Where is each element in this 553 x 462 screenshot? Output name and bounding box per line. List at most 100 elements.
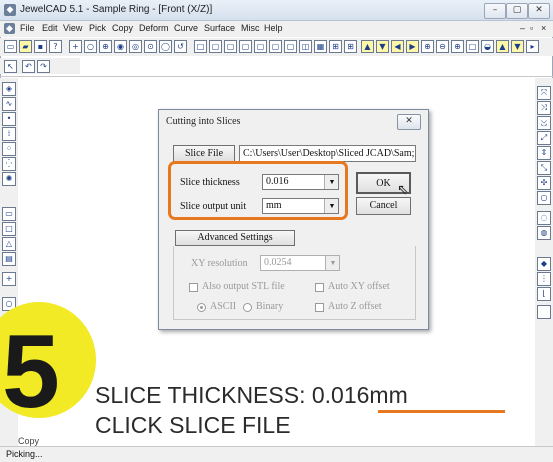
- minimize-button[interactable]: –: [484, 3, 506, 19]
- crosshair-icon[interactable]: +: [69, 40, 82, 53]
- view-back-icon[interactable]: ▢: [209, 40, 222, 53]
- arrow-down-icon[interactable]: ▼: [376, 40, 389, 53]
- box-tool-icon[interactable]: ▤: [2, 252, 16, 266]
- view-front-icon[interactable]: □: [194, 40, 207, 53]
- sphere-icon[interactable]: ◯: [159, 40, 172, 53]
- view-right-icon[interactable]: ▢: [239, 40, 252, 53]
- redo-icon[interactable]: ↷: [37, 60, 50, 73]
- binary-radio[interactable]: [243, 303, 252, 312]
- menu-view[interactable]: View: [63, 23, 82, 33]
- also-output-stl-checkbox[interactable]: [189, 283, 198, 292]
- view-four-icon[interactable]: ⊞: [344, 40, 357, 53]
- bend-icon[interactable]: ⤡: [537, 161, 551, 175]
- corner-icon[interactable]: ⌊: [537, 287, 551, 301]
- auto-xy-offset-checkbox[interactable]: [315, 283, 324, 292]
- auto-z-offset-checkbox[interactable]: [315, 303, 324, 312]
- sphere-tool-icon[interactable]: ✺: [2, 172, 16, 186]
- view-iso-icon[interactable]: ▢: [284, 40, 297, 53]
- view-grid-icon[interactable]: ▦: [314, 40, 327, 53]
- mdi-close-icon[interactable]: ×: [541, 23, 546, 33]
- menu-surface[interactable]: Surface: [204, 23, 235, 33]
- cancel-button[interactable]: Cancel: [356, 197, 411, 215]
- menu-pick[interactable]: Pick: [89, 23, 106, 33]
- view-bottom-icon[interactable]: ▢: [269, 40, 282, 53]
- view-split-icon[interactable]: ◫: [299, 40, 312, 53]
- status-text: Picking...: [6, 449, 43, 459]
- arrow-right-icon[interactable]: ▶: [406, 40, 419, 53]
- chevron-down-icon[interactable]: ▼: [325, 256, 339, 270]
- maximize-button[interactable]: ▢: [506, 3, 528, 19]
- instruction-line-1: SLICE THICKNESS: 0.016mm: [95, 382, 408, 409]
- menu-copy[interactable]: Copy: [112, 23, 133, 33]
- menu-edit[interactable]: Edit: [42, 23, 58, 33]
- new-file-icon[interactable]: ▭: [4, 40, 17, 53]
- align-icon[interactable]: ⋮: [537, 272, 551, 286]
- blank-tool-icon[interactable]: [537, 305, 551, 319]
- rotate-icon[interactable]: ↺: [174, 40, 187, 53]
- dot-circle-icon[interactable]: ◉: [114, 40, 127, 53]
- view-quad-icon[interactable]: ⊞: [329, 40, 342, 53]
- arrow-left-icon[interactable]: ◀: [391, 40, 404, 53]
- orbit-icon[interactable]: ◌: [537, 211, 551, 225]
- grid-tool-icon[interactable]: ⁘: [2, 142, 16, 156]
- advanced-settings-button[interactable]: Advanced Settings: [175, 230, 295, 246]
- twist-icon[interactable]: ✣: [537, 176, 551, 190]
- close-button[interactable]: ✕: [528, 3, 550, 19]
- dialog-close-button[interactable]: ✕: [397, 114, 421, 130]
- menu-file[interactable]: File: [20, 23, 35, 33]
- help-pointer-icon[interactable]: ?: [49, 40, 62, 53]
- menu-help[interactable]: Help: [264, 23, 283, 33]
- xy-resolution-label: XY resolution: [191, 258, 248, 269]
- save-icon[interactable]: ▪: [34, 40, 47, 53]
- point-tool-icon[interactable]: •: [2, 112, 16, 126]
- scale-icon[interactable]: ⤢: [537, 131, 551, 145]
- spin-icon[interactable]: ◍: [537, 226, 551, 240]
- zoom-fit-icon[interactable]: □: [466, 40, 479, 53]
- ascii-radio[interactable]: [197, 303, 206, 312]
- square-tool-icon[interactable]: □: [2, 222, 16, 236]
- slice-file-button[interactable]: Slice File: [173, 145, 235, 162]
- arrow-up-icon[interactable]: ▲: [361, 40, 374, 53]
- pick-tool-icon[interactable]: ◈: [2, 82, 16, 96]
- curve-tool-icon[interactable]: ∿: [2, 97, 16, 111]
- triangle-down-icon[interactable]: ▼: [511, 40, 524, 53]
- mirror-tool-icon[interactable]: ⁛: [2, 157, 16, 171]
- side-copy-label: Copy: [18, 436, 40, 446]
- resize-x-icon[interactable]: ⤧: [537, 86, 551, 100]
- rectangle-tool-icon[interactable]: ▭: [2, 207, 16, 221]
- menu-deform[interactable]: Deform: [139, 23, 169, 33]
- resize-y-icon[interactable]: ⤨: [537, 101, 551, 115]
- resize-z-icon[interactable]: ⤩: [537, 116, 551, 130]
- view-top-icon[interactable]: ▢: [254, 40, 267, 53]
- node-tool-icon[interactable]: ⁞: [2, 127, 16, 141]
- mdi-restore-icon[interactable]: ▫: [530, 23, 533, 33]
- zoom-in-icon[interactable]: ⊕: [421, 40, 434, 53]
- circle-icon[interactable]: ○: [84, 40, 97, 53]
- stretch-icon[interactable]: ⇕: [537, 146, 551, 160]
- ring-icon[interactable]: ◎: [129, 40, 142, 53]
- menu-misc[interactable]: Misc: [241, 23, 260, 33]
- menu-curve[interactable]: Curve: [174, 23, 198, 33]
- document-icon: ◆: [4, 23, 15, 34]
- highlight-box: [168, 161, 348, 220]
- undo-icon[interactable]: ↶: [22, 60, 35, 73]
- mdi-minimize-icon[interactable]: –: [520, 23, 525, 33]
- rotate-object-icon[interactable]: ○: [537, 191, 551, 205]
- slice-file-path-field[interactable]: C:\Users\User\Desktop\Sliced JCAD\Sam;: [239, 145, 416, 162]
- app-icon: ◆: [4, 4, 16, 16]
- node-icon[interactable]: ⊙: [144, 40, 157, 53]
- select-arrow-icon[interactable]: ↖: [4, 60, 17, 73]
- more-tools-icon[interactable]: ▸: [526, 40, 539, 53]
- point-icon[interactable]: ⊕: [99, 40, 112, 53]
- zoom-out-icon[interactable]: ⊖: [436, 40, 449, 53]
- add-point-icon[interactable]: +: [2, 272, 16, 286]
- color-icon[interactable]: ◆: [537, 257, 551, 271]
- render-icon[interactable]: ◒: [481, 40, 494, 53]
- triangle-tool-icon[interactable]: △: [2, 237, 16, 251]
- dialog-title: Cutting into Slices: [166, 116, 241, 127]
- view-left-icon[interactable]: ▢: [224, 40, 237, 53]
- zoom-window-icon[interactable]: ⊕: [451, 40, 464, 53]
- xy-resolution-combo[interactable]: 0.0254 ▼: [260, 255, 340, 271]
- open-folder-icon[interactable]: ▰: [19, 40, 32, 53]
- triangle-up-icon[interactable]: ▲: [496, 40, 509, 53]
